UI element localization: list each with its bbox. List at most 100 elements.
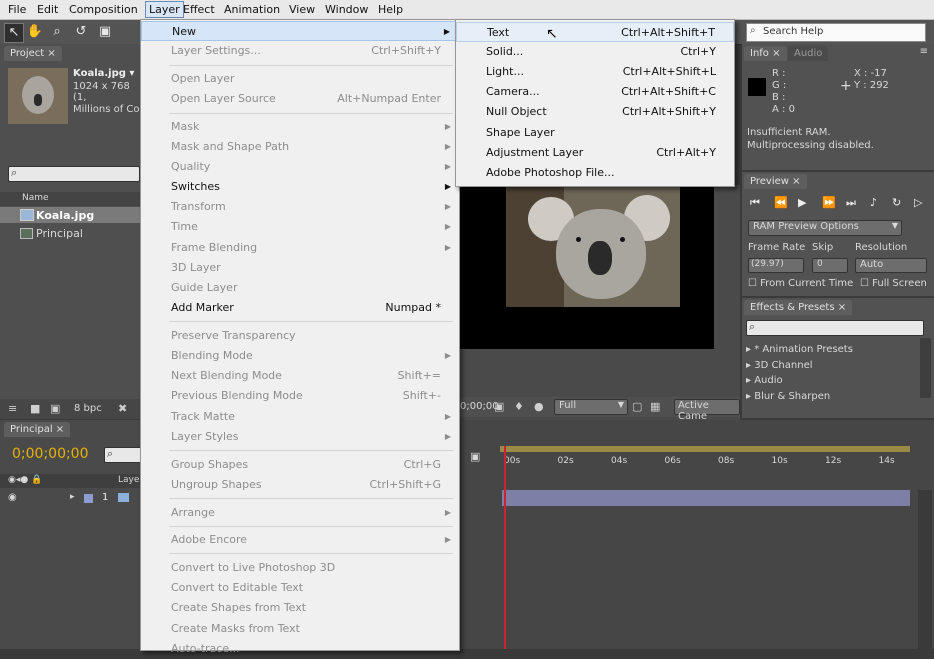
from-current-time-checkbox[interactable]: ☐ From Current Time [748,278,853,289]
help-search-input[interactable]: ⌕ Search Help [746,23,926,42]
show-channel-icon[interactable]: ♦ [514,400,524,413]
menu-item-arrange[interactable]: Arrange ▶ [141,503,459,523]
color-channel-icon[interactable]: ● [534,400,544,413]
resolution-select[interactable]: Auto [855,258,927,273]
menu-item-layer-settings[interactable]: Layer Settings... Ctrl+Shift+Y [141,41,459,61]
tab-project[interactable]: Project × [4,46,62,61]
menu-item-group-shapes[interactable]: Group Shapes Ctrl+G [141,455,459,475]
effects-item-blur-sharpen[interactable]: ▸ Blur & Sharpen [746,389,853,405]
menu-item-convert-to-editable-text[interactable]: Convert to Editable Text [141,578,459,598]
menu-item-guide-layer[interactable]: Guide Layer [141,278,459,298]
project-search-input[interactable]: ⌕ [8,166,140,182]
effects-search-input[interactable]: ⌕ [746,320,924,336]
menu-item-transform[interactable]: Transform ▶ [141,197,459,217]
selection-tool-icon[interactable]: ↖ [4,23,24,43]
zoom-tool-icon[interactable]: ⌕ [48,23,66,41]
menu-item-frame-blending[interactable]: Frame Blending ▶ [141,238,459,258]
column-name[interactable]: Name [22,193,49,203]
comp-flowchart-icon[interactable]: ▣ [470,450,480,463]
tab-preview[interactable]: Preview × [744,174,807,189]
menu-item-add-marker[interactable]: Add Marker Numpad * [141,298,459,318]
ram-preview-options-select[interactable]: RAM Preview Options ▼ [748,220,902,236]
menu-item-switches[interactable]: Switches ▶ [141,177,459,197]
effects-item-3d-channel[interactable]: ▸ 3D Channel [746,358,853,374]
menu-item-previous-blending-mode[interactable]: Previous Blending Mode Shift+- [141,386,459,406]
trash-icon[interactable]: ✖ [118,402,127,415]
submenu-item-light[interactable]: Light... Ctrl+Alt+Shift+L [456,62,734,82]
time-ruler[interactable]: 00s 02s 04s 06s 08s 10s 12s 14s [500,446,910,488]
rotate-tool-icon[interactable]: ↺ [72,23,90,41]
menu-edit[interactable]: Edit [37,3,58,16]
menu-item-3d-layer[interactable]: 3D Layer [141,258,459,278]
menu-item-open-layer-source[interactable]: Open Layer Source Alt+Numpad Enter [141,89,459,109]
play-icon[interactable]: ▶ [798,196,806,209]
prev-frame-icon[interactable]: ⏪ [774,196,788,209]
effects-scrollbar[interactable] [920,338,931,398]
current-time-indicator[interactable] [504,446,506,649]
tab-info[interactable]: Info × [744,46,787,61]
interpret-footage-icon[interactable]: ≡ [8,402,17,415]
menu-composition[interactable]: Composition [69,3,138,16]
expand-icon[interactable]: ▸ [70,492,75,502]
menu-layer[interactable]: Layer [145,1,184,18]
submenu-item-camera[interactable]: Camera... Ctrl+Alt+Shift+C [456,82,734,102]
tab-audio[interactable]: Audio [788,46,829,61]
menu-item-create-masks-from-text[interactable]: Create Masks from Text [141,619,459,639]
ram-preview-icon[interactable]: ▷ [914,196,922,209]
tab-effects-presets[interactable]: Effects & Presets × [744,300,853,315]
project-item-principal[interactable]: Principal [0,225,140,241]
menu-item-create-shapes-from-text[interactable]: Create Shapes from Text [141,598,459,618]
submenu-item-shape-layer[interactable]: Shape Layer [456,123,734,143]
menu-item-mask[interactable]: Mask ▶ [141,117,459,137]
last-frame-icon[interactable]: ⏭ [846,196,856,210]
menu-item-open-layer[interactable]: Open Layer [141,69,459,89]
skip-select[interactable]: 0 [812,258,848,273]
first-frame-icon[interactable]: ⏮ [750,196,760,210]
project-item-koala[interactable]: Koala.jpg [0,207,140,223]
new-folder-icon[interactable]: ■ [30,402,40,415]
effects-item-audio[interactable]: ▸ Audio [746,373,853,389]
frame-rate-select[interactable]: (29.97) [748,258,804,273]
submenu-item-null-object[interactable]: Null Object Ctrl+Alt+Shift+Y [456,102,734,122]
effects-item-animation-presets[interactable]: ▸ * Animation Presets [746,342,853,358]
loop-icon[interactable]: ↻ [892,196,901,209]
region-of-interest-icon[interactable]: ▢ [632,400,642,413]
menu-help[interactable]: Help [378,3,403,16]
menu-item-new[interactable]: New ▶ [141,21,459,41]
resolution-select[interactable]: Full ▼ [554,399,628,415]
menu-item-mask-and-shape-path[interactable]: Mask and Shape Path ▶ [141,137,459,157]
visibility-eye-icon[interactable]: ◉ [8,492,17,503]
submenu-item-adjustment-layer[interactable]: Adjustment Layer Ctrl+Alt+Y [456,143,734,163]
active-camera-select[interactable]: Active Came [674,399,740,422]
menu-item-auto-trace[interactable]: Auto-trace... [141,639,459,659]
menu-item-next-blending-mode[interactable]: Next Blending Mode Shift+= [141,366,459,386]
snapshot-icon[interactable]: ▣ [494,400,504,413]
menu-window[interactable]: Window [325,3,368,16]
menu-item-ungroup-shapes[interactable]: Ungroup Shapes Ctrl+Shift+G [141,475,459,495]
transparency-grid-icon[interactable]: ▦ [650,400,660,413]
menu-item-convert-to-live-photoshop-3d[interactable]: Convert to Live Photoshop 3D [141,558,459,578]
timeline-timecode[interactable]: 0;00;00;00 [12,446,89,462]
menu-effect[interactable]: Effect [183,3,215,16]
tab-principal[interactable]: Principal × [4,422,71,437]
submenu-item-adobe-photoshop-file[interactable]: Adobe Photoshop File... [456,163,734,183]
menu-item-time[interactable]: Time ▶ [141,217,459,237]
menu-item-track-matte[interactable]: Track Matte ▶ [141,407,459,427]
submenu-item-solid[interactable]: Solid... Ctrl+Y [456,42,734,62]
work-area-bar[interactable] [500,446,910,452]
submenu-item-text[interactable]: Text Ctrl+Alt+Shift+T [456,22,734,42]
menu-item-preserve-transparency[interactable]: Preserve Transparency [141,326,459,346]
panel-menu-icon[interactable]: ≡ [920,46,928,57]
next-frame-icon[interactable]: ⏩ [822,196,836,209]
menu-item-layer-styles[interactable]: Layer Styles ▶ [141,427,459,447]
layer-name-column[interactable]: Laye [118,475,139,485]
menu-item-quality[interactable]: Quality ▶ [141,157,459,177]
menu-file[interactable]: File [8,3,26,16]
layer-duration-bar[interactable] [502,490,910,506]
bit-depth-label[interactable]: 8 bpc [74,403,102,414]
timeline-search-input[interactable]: ⌕ [104,447,142,463]
camera-tool-icon[interactable]: ▣ [96,23,114,41]
menu-item-adobe-encore[interactable]: Adobe Encore ▶ [141,530,459,550]
menu-animation[interactable]: Animation [224,3,280,16]
hand-tool-icon[interactable]: ✋ [26,23,44,41]
